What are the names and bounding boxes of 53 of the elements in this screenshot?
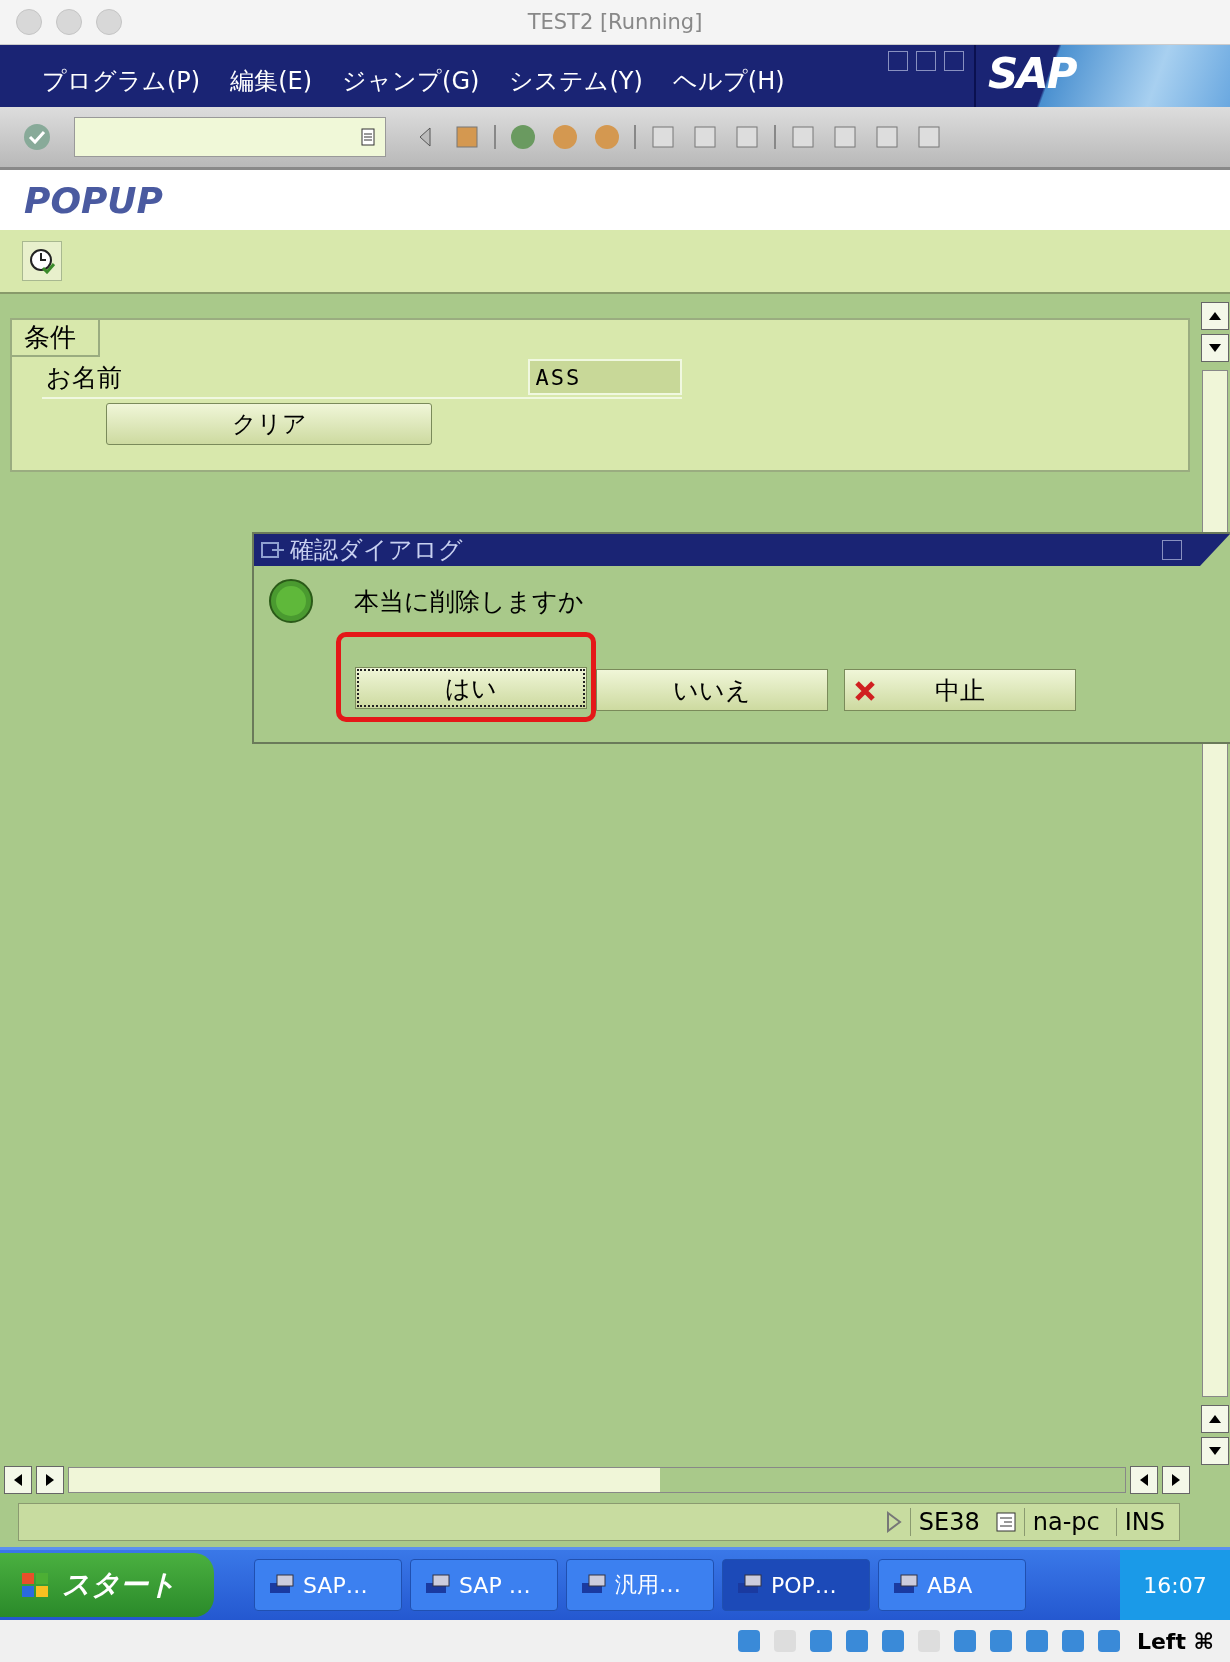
screen-title: POPUP [0,170,1230,230]
list-icon[interactable] [995,1512,1016,1532]
taskbar-button[interactable]: 汎用… [566,1559,714,1611]
host-key: Left ⌘ [1136,1628,1214,1654]
scroll-thumb[interactable] [69,1468,661,1492]
field-label: お名前 [45,361,123,394]
scroll-right-button[interactable] [1162,1466,1190,1494]
clock: 16:07 [1143,1572,1207,1598]
group-title: 条件 [12,320,100,357]
dialog-button[interactable]: いいえ [596,669,828,711]
sap-logo: SAP [988,49,1076,98]
execute-button[interactable] [22,241,62,281]
scroll-right-button[interactable] [36,1466,64,1494]
taskbar-button[interactable]: SAP … [410,1559,558,1611]
name-field[interactable]: ASS [527,359,682,395]
down-triangle-icon [1209,1447,1221,1455]
windows-logo-icon [20,1571,50,1599]
menu-item[interactable]: システム(Y) [509,65,643,97]
history-icon[interactable] [361,128,375,146]
expand-icon[interactable] [885,1511,902,1533]
up-triangle-icon [1209,1415,1221,1423]
taskbar-button[interactable]: SAP… [254,1559,402,1611]
right-triangle-icon [1172,1474,1180,1486]
insert-mode: INS [1115,1508,1173,1536]
taskbar-button[interactable]: POP… [722,1559,870,1611]
scroll-up-button[interactable] [1201,1405,1229,1433]
transaction-code: SE38 [909,1508,988,1536]
left-triangle-icon [1140,1474,1148,1486]
menu-item[interactable]: 編集(E) [230,65,313,97]
menu-item[interactable]: プログラム(P) [42,65,201,97]
left-triangle-icon [14,1474,22,1486]
host-name: na-pc [1023,1508,1108,1536]
menu-item[interactable]: ジャンプ(G) [342,65,480,97]
taskbar-button[interactable]: ABA [878,1559,1026,1611]
menu-item[interactable]: ヘルプ(H) [672,65,785,97]
scroll-up-button[interactable] [1201,302,1229,330]
right-triangle-icon [46,1474,54,1486]
clock-check-icon [29,248,55,274]
dialog-title: 確認ダイアログ [290,535,463,566]
clear-button[interactable]: クリア [106,403,432,445]
window-title: TEST2 [Running] [527,10,703,34]
scroll-down-button[interactable] [1201,334,1229,362]
command-field[interactable] [74,117,386,157]
dialog-button[interactable]: 中止 [844,669,1076,711]
dialog-button[interactable]: はい [355,667,587,709]
up-triangle-icon [1209,312,1221,320]
scroll-left-button[interactable] [4,1466,32,1494]
scroll-down-button[interactable] [1201,1437,1229,1465]
dialog-message: 本当に削除しますか [354,585,584,618]
scroll-left-button[interactable] [1130,1466,1158,1494]
check-icon[interactable] [22,122,52,152]
down-triangle-icon [1209,344,1221,352]
window-icon [260,540,286,560]
